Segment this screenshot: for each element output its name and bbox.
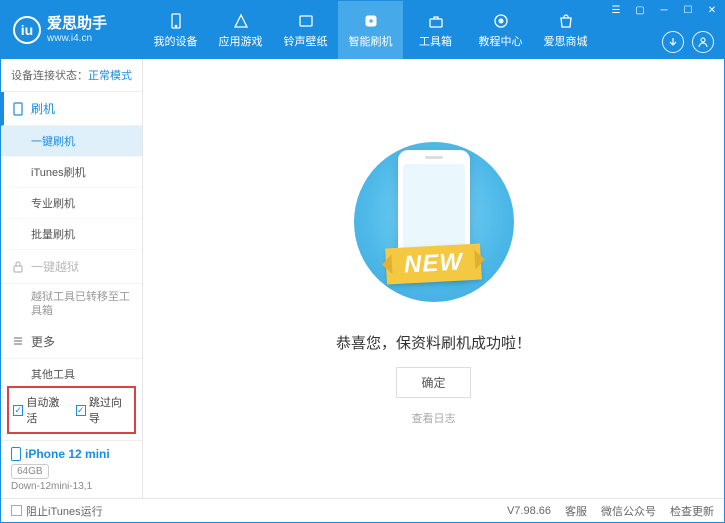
- logo-block: iu 爱思助手 www.i4.cn: [1, 16, 143, 44]
- device-name: iPhone 12 mini: [11, 447, 132, 461]
- footer-link-wechat[interactable]: 微信公众号: [601, 503, 656, 519]
- toolbox-icon: [427, 12, 445, 30]
- group-title: 一键越狱: [31, 258, 79, 275]
- nav-label: 智能刷机: [349, 33, 393, 49]
- close-button[interactable]: ✕: [700, 1, 724, 19]
- device-model: Down-12mini-13,1: [11, 481, 132, 492]
- user-button[interactable]: [692, 31, 714, 53]
- sidebar-item-pro-flash[interactable]: 专业刷机: [1, 188, 142, 219]
- app-url: www.i4.cn: [47, 33, 107, 44]
- group-title: 更多: [31, 333, 55, 350]
- nav-label: 铃声壁纸: [284, 33, 328, 49]
- download-button[interactable]: [662, 31, 684, 53]
- checkbox-block-itunes[interactable]: [11, 505, 22, 516]
- device-capacity: 64GB: [11, 464, 49, 479]
- list-icon: [11, 334, 25, 348]
- group-title: 刷机: [31, 100, 55, 117]
- sidebar-group-jailbreak[interactable]: 一键越狱: [1, 250, 142, 284]
- apps-icon: [232, 12, 250, 30]
- checkbox-auto-activate[interactable]: ✓自动激活: [13, 394, 68, 426]
- block-itunes-label: 阻止iTunes运行: [26, 503, 103, 519]
- nav-apps[interactable]: 应用游戏: [208, 1, 273, 59]
- device-block[interactable]: iPhone 12 mini 64GB Down-12mini-13,1: [1, 440, 142, 498]
- top-nav: 我的设备 应用游戏 铃声壁纸 智能刷机 工具箱 教程中心: [143, 1, 598, 59]
- sidebar-item-batch-flash[interactable]: 批量刷机: [1, 219, 142, 250]
- conn-label: 设备连接状态：: [11, 70, 88, 82]
- checkbox-skip-guide[interactable]: ✓跳过向导: [76, 394, 131, 426]
- sidebar-group-flash[interactable]: 刷机: [1, 92, 142, 126]
- lock-icon: [11, 260, 25, 274]
- confirm-button[interactable]: 确定: [396, 367, 470, 398]
- success-illustration: NEW: [344, 132, 524, 312]
- view-log-link[interactable]: 查看日志: [412, 410, 456, 426]
- nav-label: 应用游戏: [219, 33, 263, 49]
- media-icon: [297, 12, 315, 30]
- sidebar-item-other-tools[interactable]: 其他工具: [1, 359, 142, 380]
- status-bar: 阻止iTunes运行 V7.98.66 客服 微信公众号 检查更新: [1, 498, 724, 522]
- sidebar-item-oneclick-flash[interactable]: 一键刷机: [1, 126, 142, 157]
- device-icon: [167, 12, 185, 30]
- window-controls: ☰ ▢ ─ ☐ ✕: [604, 1, 724, 21]
- conn-value: 正常模式: [88, 70, 132, 82]
- app-name: 爱思助手: [47, 16, 107, 33]
- phone-icon: [11, 447, 21, 461]
- new-banner: NEW: [385, 243, 482, 284]
- nav-store[interactable]: 爱思商城: [533, 1, 598, 59]
- nav-ringtones[interactable]: 铃声壁纸: [273, 1, 338, 59]
- main-content: NEW 恭喜您，保资料刷机成功啦！ 确定 查看日志: [143, 59, 724, 498]
- jailbreak-note: 越狱工具已转移至工具箱: [1, 284, 142, 325]
- sidebar-item-itunes-flash[interactable]: iTunes刷机: [1, 157, 142, 188]
- nav-label: 爱思商城: [544, 33, 588, 49]
- nav-toolbox[interactable]: 工具箱: [403, 1, 468, 59]
- maximize-button[interactable]: ☐: [676, 1, 700, 19]
- footer-link-update[interactable]: 检查更新: [670, 503, 714, 519]
- connection-status: 设备连接状态：正常模式: [1, 59, 142, 92]
- flash-options-box: ✓自动激活 ✓跳过向导: [7, 386, 136, 434]
- nav-label: 教程中心: [479, 33, 523, 49]
- chk-label: 跳过向导: [89, 394, 130, 426]
- success-message: 恭喜您，保资料刷机成功啦！: [336, 332, 531, 353]
- nav-label: 工具箱: [419, 33, 452, 49]
- flash-group-icon: [11, 102, 25, 116]
- skin-button[interactable]: ▢: [628, 1, 652, 19]
- menu-button[interactable]: ☰: [604, 1, 628, 19]
- nav-label: 我的设备: [154, 33, 198, 49]
- nav-tutorial[interactable]: 教程中心: [468, 1, 533, 59]
- logo-icon: iu: [13, 16, 41, 44]
- tutorial-icon: [492, 12, 510, 30]
- app-header: iu 爱思助手 www.i4.cn 我的设备 应用游戏 铃声壁纸 智能刷机: [1, 1, 724, 59]
- sidebar-group-more[interactable]: 更多: [1, 325, 142, 359]
- nav-my-device[interactable]: 我的设备: [143, 1, 208, 59]
- version-label: V7.98.66: [507, 505, 551, 517]
- sidebar: 设备连接状态：正常模式 刷机 一键刷机 iTunes刷机 专业刷机 批量刷机 一…: [1, 59, 143, 498]
- store-icon: [557, 12, 575, 30]
- flash-icon: [362, 12, 380, 30]
- footer-link-support[interactable]: 客服: [565, 503, 587, 519]
- minimize-button[interactable]: ─: [652, 1, 676, 19]
- nav-smart-flash[interactable]: 智能刷机: [338, 1, 403, 59]
- chk-label: 自动激活: [26, 394, 67, 426]
